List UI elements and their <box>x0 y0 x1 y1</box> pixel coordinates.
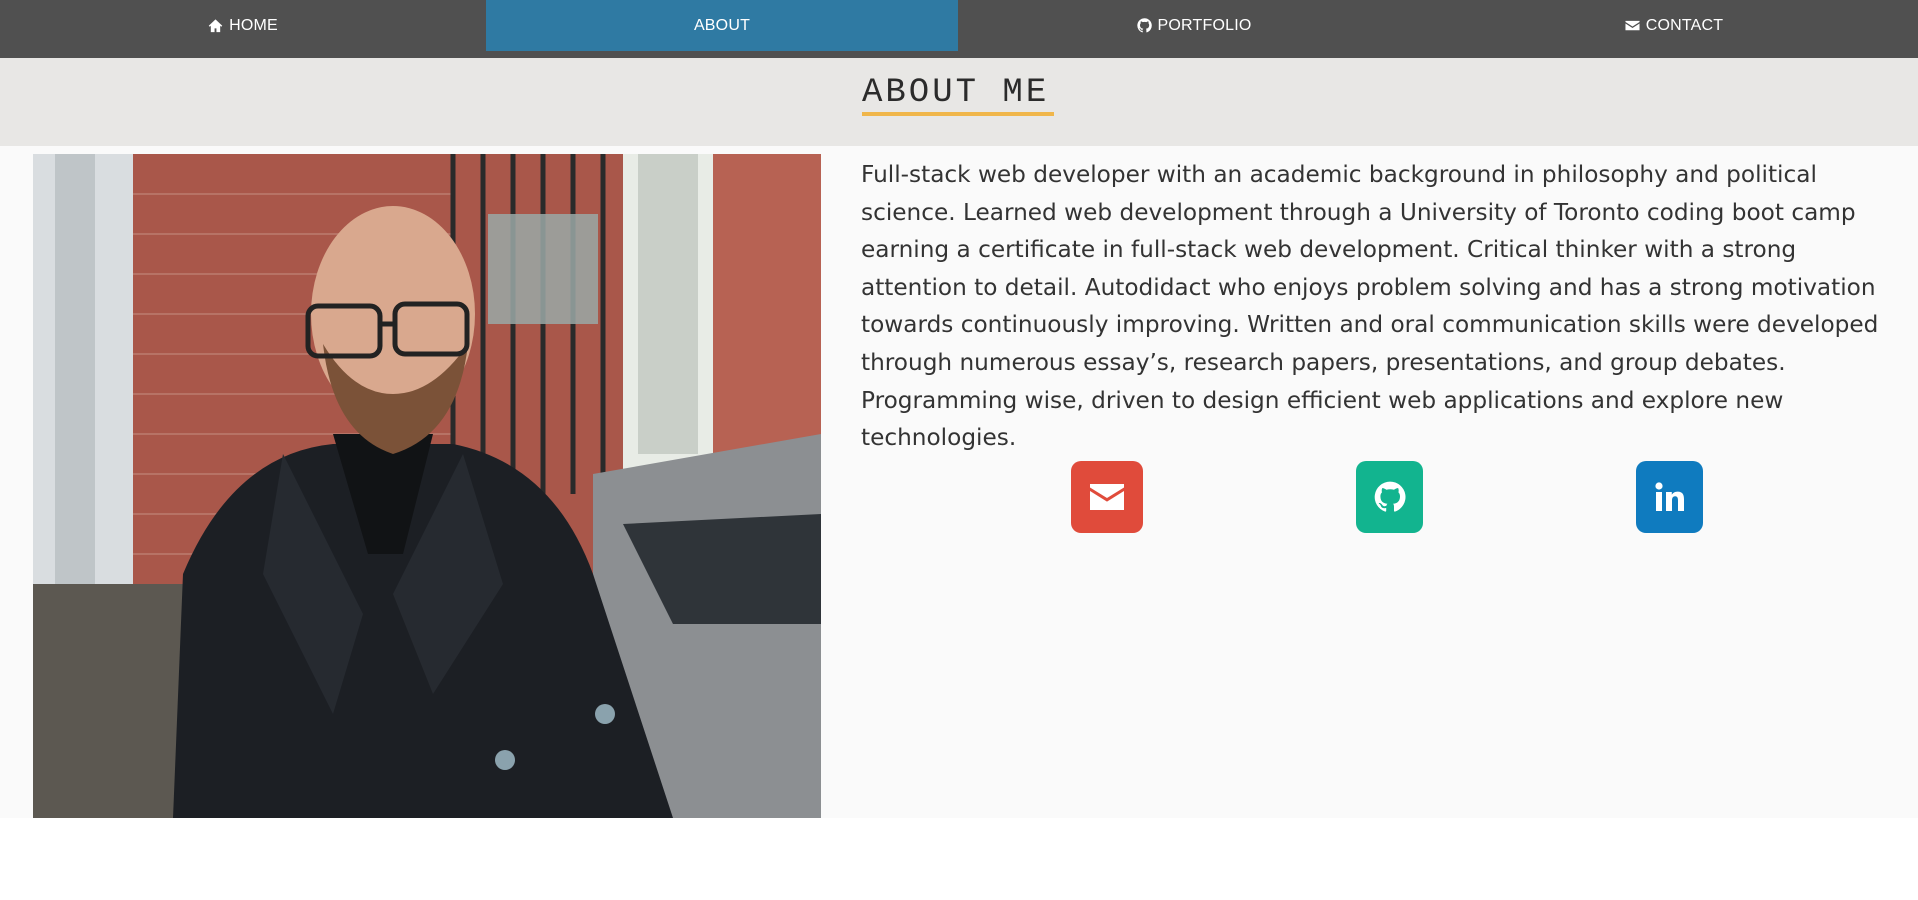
nav-item-label: PORTFOLIO <box>1157 16 1252 34</box>
linkedin-icon <box>1654 482 1684 511</box>
github-button[interactable] <box>1356 461 1423 533</box>
envelope-icon <box>1090 484 1124 510</box>
about-section: Full-stack web developer with an academi… <box>0 146 1918 818</box>
nav-item-label: ABOUT <box>693 16 751 34</box>
linkedin-button[interactable] <box>1636 461 1703 533</box>
top-navigation: HOME ABOUT PORTFOLIO CONTACT <box>0 0 1918 58</box>
nav-item-contact[interactable]: CONTACT <box>1430 0 1918 51</box>
nav-item-about[interactable]: ABOUT <box>486 0 958 51</box>
email-button[interactable] <box>1071 461 1143 533</box>
nav-item-portfolio[interactable]: PORTFOLIO <box>958 0 1430 51</box>
github-icon <box>1136 18 1152 33</box>
nav-item-home[interactable]: HOME <box>0 0 486 51</box>
home-icon <box>208 18 223 33</box>
envelope-icon <box>1625 18 1640 33</box>
profile-photo <box>33 154 821 818</box>
page-title: ABOUT ME <box>862 74 1050 112</box>
title-underline <box>862 112 1054 116</box>
github-icon <box>1374 481 1406 512</box>
nav-item-label: HOME <box>229 16 278 34</box>
page-header: ABOUT ME <box>0 58 1918 146</box>
nav-item-label: CONTACT <box>1645 16 1724 34</box>
bio-text: Full-stack web developer with an academi… <box>861 161 1879 452</box>
